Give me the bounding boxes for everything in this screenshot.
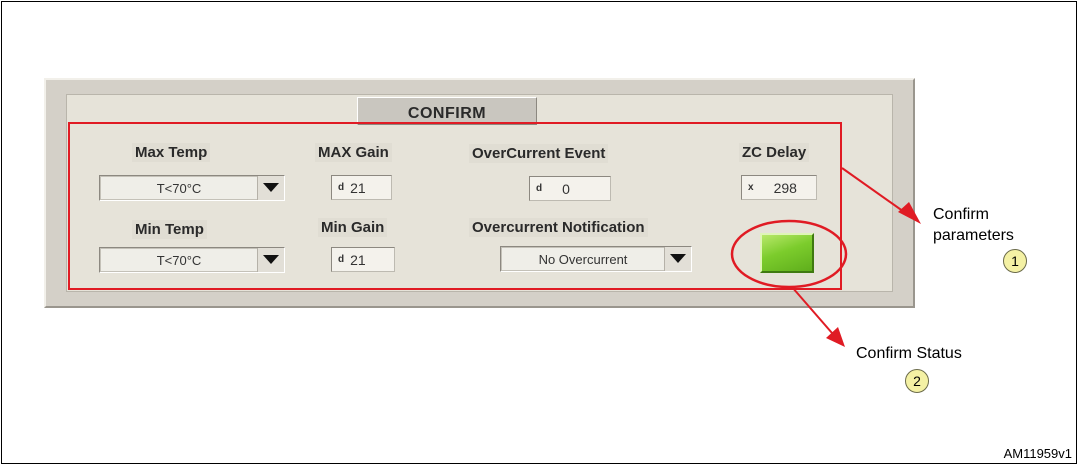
notch-region	[738, 214, 846, 294]
figure-id: AM11959v1	[1003, 446, 1072, 461]
callout-badge-1: 1	[1003, 249, 1027, 273]
callout-badge-2: 2	[905, 369, 929, 393]
confirm-parameters-line1: Confirm	[933, 206, 990, 223]
confirm-parameters-line2: parameters	[933, 227, 1014, 244]
confirm-status-annotation: Confirm Status	[856, 345, 962, 362]
parameters-arrow-line	[841, 167, 908, 215]
annotation-overlay	[730, 167, 921, 347]
confirm-status-highlight-ellipse	[730, 219, 848, 289]
status-arrow-line	[791, 286, 833, 334]
confirm-parameters-annotation: Confirm parameters	[933, 204, 1014, 246]
parameters-arrowhead	[898, 202, 921, 224]
